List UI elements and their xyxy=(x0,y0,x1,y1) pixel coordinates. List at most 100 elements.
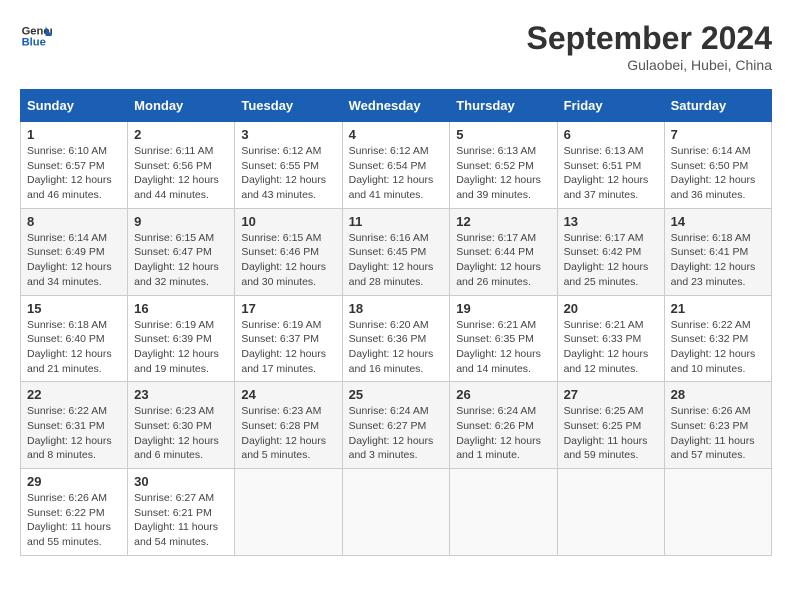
day-info: Sunrise: 6:19 AMSunset: 6:37 PMDaylight:… xyxy=(241,318,335,377)
day-info: Sunrise: 6:15 AMSunset: 6:47 PMDaylight:… xyxy=(134,231,228,290)
calendar-cell: 10 Sunrise: 6:15 AMSunset: 6:46 PMDayligh… xyxy=(235,208,342,295)
day-info: Sunrise: 6:16 AMSunset: 6:45 PMDaylight:… xyxy=(349,231,444,290)
weekday-header-wednesday: Wednesday xyxy=(342,90,450,122)
day-info: Sunrise: 6:24 AMSunset: 6:27 PMDaylight:… xyxy=(349,404,444,463)
title-block: September 2024 Gulaobei, Hubei, China xyxy=(527,20,772,73)
weekday-header-thursday: Thursday xyxy=(450,90,557,122)
day-info: Sunrise: 6:13 AMSunset: 6:52 PMDaylight:… xyxy=(456,144,550,203)
day-number: 2 xyxy=(134,127,228,142)
day-info: Sunrise: 6:12 AMSunset: 6:55 PMDaylight:… xyxy=(241,144,335,203)
day-info: Sunrise: 6:12 AMSunset: 6:54 PMDaylight:… xyxy=(349,144,444,203)
calendar-cell: 1 Sunrise: 6:10 AMSunset: 6:57 PMDaylight… xyxy=(21,122,128,209)
day-number: 8 xyxy=(27,214,121,229)
calendar-cell: 28 Sunrise: 6:26 AMSunset: 6:23 PMDayligh… xyxy=(664,382,771,469)
calendar-week-2: 8 Sunrise: 6:14 AMSunset: 6:49 PMDaylight… xyxy=(21,208,772,295)
day-info: Sunrise: 6:18 AMSunset: 6:41 PMDaylight:… xyxy=(671,231,765,290)
calendar-cell: 21 Sunrise: 6:22 AMSunset: 6:32 PMDayligh… xyxy=(664,295,771,382)
calendar-cell: 16Sunrise: 6:19 AMSunset: 6:39 PMDayligh… xyxy=(128,295,235,382)
calendar-cell: 5 Sunrise: 6:13 AMSunset: 6:52 PMDaylight… xyxy=(450,122,557,209)
calendar-cell: 13 Sunrise: 6:17 AMSunset: 6:42 PMDayligh… xyxy=(557,208,664,295)
day-info: Sunrise: 6:17 AMSunset: 6:44 PMDaylight:… xyxy=(456,231,550,290)
calendar-cell: 30Sunrise: 6:27 AMSunset: 6:21 PMDayligh… xyxy=(128,469,235,556)
day-info: Sunrise: 6:24 AMSunset: 6:26 PMDaylight:… xyxy=(456,404,550,463)
calendar-cell xyxy=(450,469,557,556)
day-number: 6 xyxy=(564,127,658,142)
calendar-cell: 26 Sunrise: 6:24 AMSunset: 6:26 PMDayligh… xyxy=(450,382,557,469)
day-info: Sunrise: 6:22 AMSunset: 6:32 PMDaylight:… xyxy=(671,318,765,377)
weekday-header-row: SundayMondayTuesdayWednesdayThursdayFrid… xyxy=(21,90,772,122)
day-number: 30 xyxy=(134,474,228,489)
day-info: Sunrise: 6:18 AMSunset: 6:40 PMDaylight:… xyxy=(27,318,121,377)
day-number: 21 xyxy=(671,301,765,316)
calendar-cell xyxy=(235,469,342,556)
day-info: Sunrise: 6:26 AMSunset: 6:22 PMDaylight:… xyxy=(27,491,121,550)
calendar-cell: 3 Sunrise: 6:12 AMSunset: 6:55 PMDaylight… xyxy=(235,122,342,209)
day-number: 26 xyxy=(456,387,550,402)
day-number: 14 xyxy=(671,214,765,229)
day-info: Sunrise: 6:11 AMSunset: 6:56 PMDaylight:… xyxy=(134,144,228,203)
calendar-cell: 22Sunrise: 6:22 AMSunset: 6:31 PMDayligh… xyxy=(21,382,128,469)
calendar-cell: 9Sunrise: 6:15 AMSunset: 6:47 PMDaylight… xyxy=(128,208,235,295)
calendar-cell: 2 Sunrise: 6:11 AMSunset: 6:56 PMDaylight… xyxy=(128,122,235,209)
calendar-cell: 19 Sunrise: 6:21 AMSunset: 6:35 PMDayligh… xyxy=(450,295,557,382)
calendar-cell xyxy=(342,469,450,556)
weekday-header-monday: Monday xyxy=(128,90,235,122)
calendar-cell: 18Sunrise: 6:20 AMSunset: 6:36 PMDayligh… xyxy=(342,295,450,382)
day-info: Sunrise: 6:19 AMSunset: 6:39 PMDaylight:… xyxy=(134,318,228,377)
weekday-header-saturday: Saturday xyxy=(664,90,771,122)
day-number: 3 xyxy=(241,127,335,142)
calendar-week-1: 1 Sunrise: 6:10 AMSunset: 6:57 PMDaylight… xyxy=(21,122,772,209)
day-number: 11 xyxy=(349,214,444,229)
logo-icon: General Blue xyxy=(20,20,52,52)
day-number: 10 xyxy=(241,214,335,229)
calendar-cell: 27 Sunrise: 6:25 AMSunset: 6:25 PMDayligh… xyxy=(557,382,664,469)
month-title: September 2024 xyxy=(527,20,772,57)
day-info: Sunrise: 6:10 AMSunset: 6:57 PMDaylight:… xyxy=(27,144,121,203)
day-info: Sunrise: 6:13 AMSunset: 6:51 PMDaylight:… xyxy=(564,144,658,203)
calendar-cell: 15 Sunrise: 6:18 AMSunset: 6:40 PMDayligh… xyxy=(21,295,128,382)
day-info: Sunrise: 6:20 AMSunset: 6:36 PMDaylight:… xyxy=(349,318,444,377)
day-info: Sunrise: 6:14 AMSunset: 6:49 PMDaylight:… xyxy=(27,231,121,290)
day-number: 25 xyxy=(349,387,444,402)
day-info: Sunrise: 6:23 AMSunset: 6:28 PMDaylight:… xyxy=(241,404,335,463)
page-header: General Blue September 2024 Gulaobei, Hu… xyxy=(20,20,772,73)
calendar-week-5: 29Sunrise: 6:26 AMSunset: 6:22 PMDayligh… xyxy=(21,469,772,556)
day-number: 4 xyxy=(349,127,444,142)
calendar-cell: 11 Sunrise: 6:16 AMSunset: 6:45 PMDayligh… xyxy=(342,208,450,295)
day-number: 19 xyxy=(456,301,550,316)
day-number: 5 xyxy=(456,127,550,142)
day-number: 20 xyxy=(564,301,658,316)
calendar-cell: 29Sunrise: 6:26 AMSunset: 6:22 PMDayligh… xyxy=(21,469,128,556)
svg-text:Blue: Blue xyxy=(22,37,46,49)
calendar-table: SundayMondayTuesdayWednesdayThursdayFrid… xyxy=(20,89,772,556)
day-info: Sunrise: 6:15 AMSunset: 6:46 PMDaylight:… xyxy=(241,231,335,290)
day-info: Sunrise: 6:26 AMSunset: 6:23 PMDaylight:… xyxy=(671,404,765,463)
day-info: Sunrise: 6:21 AMSunset: 6:33 PMDaylight:… xyxy=(564,318,658,377)
day-info: Sunrise: 6:23 AMSunset: 6:30 PMDaylight:… xyxy=(134,404,228,463)
day-number: 15 xyxy=(27,301,121,316)
day-number: 23 xyxy=(134,387,228,402)
day-info: Sunrise: 6:17 AMSunset: 6:42 PMDaylight:… xyxy=(564,231,658,290)
calendar-cell: 20 Sunrise: 6:21 AMSunset: 6:33 PMDayligh… xyxy=(557,295,664,382)
day-info: Sunrise: 6:21 AMSunset: 6:35 PMDaylight:… xyxy=(456,318,550,377)
calendar-cell: 14 Sunrise: 6:18 AMSunset: 6:41 PMDayligh… xyxy=(664,208,771,295)
day-info: Sunrise: 6:25 AMSunset: 6:25 PMDaylight:… xyxy=(564,404,658,463)
day-number: 24 xyxy=(241,387,335,402)
calendar-cell: 7Sunrise: 6:14 AMSunset: 6:50 PMDaylight… xyxy=(664,122,771,209)
day-number: 12 xyxy=(456,214,550,229)
day-number: 28 xyxy=(671,387,765,402)
calendar-cell: 12 Sunrise: 6:17 AMSunset: 6:44 PMDayligh… xyxy=(450,208,557,295)
day-number: 22 xyxy=(27,387,121,402)
day-number: 13 xyxy=(564,214,658,229)
weekday-header-sunday: Sunday xyxy=(21,90,128,122)
logo: General Blue xyxy=(20,20,52,52)
calendar-cell xyxy=(557,469,664,556)
day-number: 27 xyxy=(564,387,658,402)
calendar-cell: 17 Sunrise: 6:19 AMSunset: 6:37 PMDayligh… xyxy=(235,295,342,382)
day-number: 1 xyxy=(27,127,121,142)
calendar-cell xyxy=(664,469,771,556)
day-number: 7 xyxy=(671,127,765,142)
day-number: 17 xyxy=(241,301,335,316)
calendar-week-3: 15 Sunrise: 6:18 AMSunset: 6:40 PMDayligh… xyxy=(21,295,772,382)
calendar-week-4: 22Sunrise: 6:22 AMSunset: 6:31 PMDayligh… xyxy=(21,382,772,469)
